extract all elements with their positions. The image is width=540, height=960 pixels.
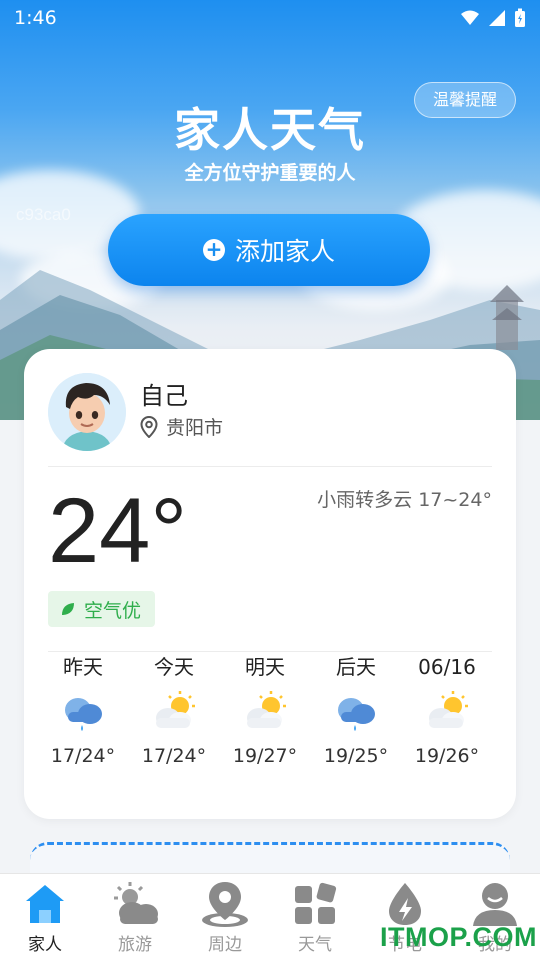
- watermark-text: c93ca0: [16, 205, 71, 224]
- air-quality-label: 空气优: [84, 599, 142, 622]
- travel-weather-icon: [90, 878, 180, 930]
- brand-watermark: ITMOP.COM: [380, 922, 538, 952]
- forecast-range: 17/24°: [141, 745, 207, 767]
- location-label: 贵阳市: [166, 417, 224, 439]
- forecast-day[interactable]: 后天 19/25°: [311, 653, 401, 767]
- tab-label: 家人: [28, 935, 62, 955]
- partly-cloudy-icon: [129, 681, 219, 741]
- forecast-day-label: 昨天: [63, 655, 103, 679]
- page-title: 家人天气: [174, 103, 366, 157]
- tab-label: 旅游: [118, 935, 152, 955]
- plus-icon: +: [202, 239, 225, 261]
- divider: [48, 466, 492, 467]
- forecast-day-label: 后天: [336, 655, 376, 679]
- member-name: 自己: [140, 382, 188, 410]
- forecast-range: 19/25°: [323, 745, 389, 767]
- partly-cloudy-icon: [402, 681, 492, 741]
- forecast-day[interactable]: 明天 19/27°: [220, 653, 310, 767]
- current-temperature: 24°: [48, 480, 188, 582]
- avatar[interactable]: [48, 373, 126, 451]
- location-pin-icon: [140, 415, 158, 438]
- location-pin-icon: [180, 878, 270, 930]
- family-weather-card[interactable]: 自己 贵阳市 小雨转多云 17~24° 24° 空气优 昨天 17/24° 今天: [24, 349, 516, 819]
- rain-cloud-icon: [38, 681, 128, 741]
- tab-label: 天气: [298, 935, 332, 955]
- page-subtitle: 全方位守护重要的人: [184, 162, 356, 184]
- tab-travel[interactable]: 旅游: [90, 878, 180, 955]
- forecast-day[interactable]: 昨天 17/24°: [38, 653, 128, 767]
- tab-label: 周边: [208, 935, 242, 955]
- status-bar: 1:46: [0, 0, 540, 36]
- forecast-day-label: 今天: [154, 655, 194, 679]
- air-quality-badge: 空气优: [48, 591, 156, 627]
- partly-cloudy-icon: [220, 681, 310, 741]
- weather-condition: 小雨转多云 17~24°: [317, 489, 492, 511]
- signal-icon: [489, 10, 505, 26]
- home-icon: [0, 878, 90, 930]
- forecast-range: 19/27°: [232, 745, 298, 767]
- wifi-icon: [461, 10, 479, 25]
- add-family-button[interactable]: + 添加家人: [108, 214, 430, 286]
- battery-icon: [515, 8, 525, 27]
- tab-family[interactable]: 家人: [0, 878, 90, 955]
- status-time: 1:46: [14, 7, 57, 29]
- boy-avatar-icon: [48, 373, 126, 451]
- forecast-day[interactable]: 06/16 19/26°: [402, 653, 492, 767]
- divider: [48, 651, 492, 652]
- member-location: 贵阳市: [140, 413, 223, 440]
- forecast-day-label: 06/16: [418, 655, 476, 679]
- grid-icon: [270, 878, 360, 930]
- rain-cloud-icon: [311, 681, 401, 741]
- tab-weather[interactable]: 天气: [270, 878, 360, 955]
- forecast-row: 昨天 17/24° 今天 17/24° 明天 19/27° 后天 19/25° …: [48, 653, 492, 793]
- forecast-range: 19/26°: [414, 745, 480, 767]
- add-family-label: 添加家人: [234, 237, 335, 266]
- forecast-day-label: 明天: [245, 655, 285, 679]
- forecast-range: 17/24°: [50, 745, 116, 767]
- tab-nearby[interactable]: 周边: [180, 878, 270, 955]
- forecast-day[interactable]: 今天 17/24°: [129, 653, 219, 767]
- leaf-icon: [62, 603, 74, 615]
